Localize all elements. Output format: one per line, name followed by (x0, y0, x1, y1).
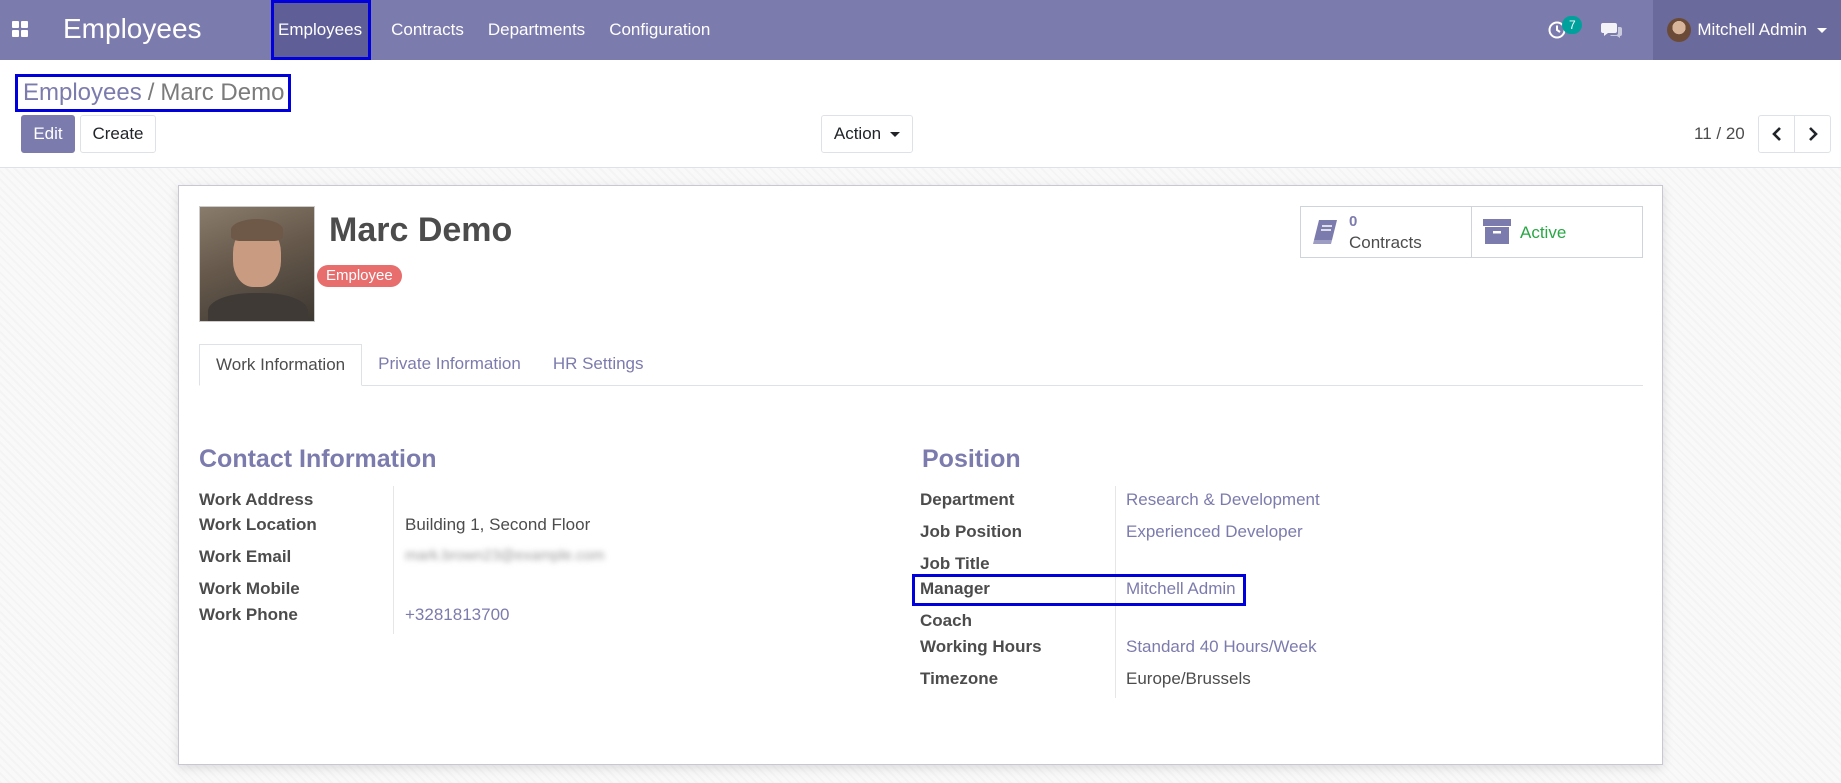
active-status: Active (1520, 223, 1567, 242)
create-button[interactable]: Create (80, 115, 156, 153)
manager-value[interactable]: Mitchell Admin (1126, 579, 1236, 599)
smart-buttons: 0 Contracts Active (1300, 206, 1643, 258)
breadcrumb-separator: / (147, 79, 155, 106)
contact-divider (393, 486, 394, 634)
working-hours-value[interactable]: Standard 40 Hours/Week (1126, 637, 1317, 657)
breadcrumb-current: Marc Demo (160, 79, 285, 106)
messaging-menu[interactable] (1601, 0, 1625, 60)
tab-private-information[interactable]: Private Information (362, 344, 537, 385)
book-icon (1313, 220, 1337, 244)
activity-count-badge: 7 (1562, 16, 1583, 34)
timezone-label: Timezone (920, 669, 999, 688)
form-tabs: Work Information Private Information HR … (199, 344, 1643, 386)
systray: 7 Mitchell Admin (1541, 0, 1841, 60)
contracts-label: Contracts (1349, 233, 1422, 252)
pager-next-button[interactable] (1794, 115, 1831, 153)
caret-down-icon (890, 132, 901, 138)
menu-item-departments[interactable]: Departments (476, 0, 597, 60)
timezone-value[interactable]: Europe/Brussels (1126, 669, 1251, 689)
activity-menu[interactable]: 7 (1541, 0, 1583, 60)
main-menu: Employees Contracts Departments Configur… (271, 0, 722, 60)
employee-name: Marc Demo (329, 211, 513, 249)
job-position-value[interactable]: Experienced Developer (1126, 522, 1303, 542)
chevron-left-icon (1772, 127, 1781, 141)
employee-tag[interactable]: Employee (317, 265, 402, 287)
tab-hr-settings[interactable]: HR Settings (537, 344, 660, 385)
department-label: Department (920, 490, 1015, 509)
work-address-label: Work Address (199, 490, 314, 509)
breadcrumb: Employees / Marc Demo (15, 74, 292, 112)
work-location-label: Work Location (199, 515, 317, 534)
edit-button[interactable]: Edit (21, 115, 75, 153)
action-label: Action (833, 124, 882, 143)
work-email-label: Work Email (199, 547, 292, 566)
contact-section-title: Contact Information (199, 445, 437, 473)
coach-label: Coach (920, 611, 972, 630)
working-hours-label: Working Hours (920, 637, 1042, 656)
active-toggle-button[interactable]: Active (1471, 207, 1642, 257)
user-avatar (1667, 18, 1692, 42)
employee-photo[interactable] (199, 206, 315, 322)
breadcrumb-employees[interactable]: Employees (23, 79, 142, 106)
position-section-title: Position (922, 445, 1021, 473)
archive-icon (1483, 219, 1511, 244)
menu-item-employees[interactable]: Employees (271, 0, 372, 60)
apps-icon[interactable] (12, 21, 30, 39)
manager-label: Manager (920, 579, 990, 598)
work-email-value[interactable]: mark.brown23@example.com (405, 547, 604, 564)
menu-item-contracts[interactable]: Contracts (379, 0, 476, 60)
action-dropdown[interactable]: Action (821, 115, 913, 153)
app-title: Employees (63, 13, 202, 44)
top-navbar: Employees Employees Contracts Department… (0, 0, 1841, 60)
chat-icon (1601, 23, 1623, 38)
work-phone-value[interactable]: +3281813700 (405, 605, 509, 625)
pager-previous-button[interactable] (1758, 115, 1795, 153)
job-title-label: Job Title (920, 554, 990, 573)
chevron-right-icon (1809, 127, 1818, 141)
caret-down-icon (1817, 27, 1827, 33)
contracts-smart-button[interactable]: 0 Contracts (1301, 207, 1471, 257)
user-menu[interactable]: Mitchell Admin (1653, 0, 1841, 60)
user-name: Mitchell Admin (1697, 20, 1807, 39)
work-location-value[interactable]: Building 1, Second Floor (405, 515, 590, 535)
pager-value[interactable]: 11 / 20 (1694, 115, 1745, 153)
tab-work-information[interactable]: Work Information (199, 344, 363, 386)
job-position-label: Job Position (920, 522, 1022, 541)
contracts-count: 0 (1349, 213, 1358, 230)
department-value[interactable]: Research & Development (1126, 490, 1320, 510)
work-phone-label: Work Phone (199, 605, 298, 624)
menu-item-configuration[interactable]: Configuration (597, 0, 722, 60)
work-mobile-label: Work Mobile (199, 579, 300, 598)
